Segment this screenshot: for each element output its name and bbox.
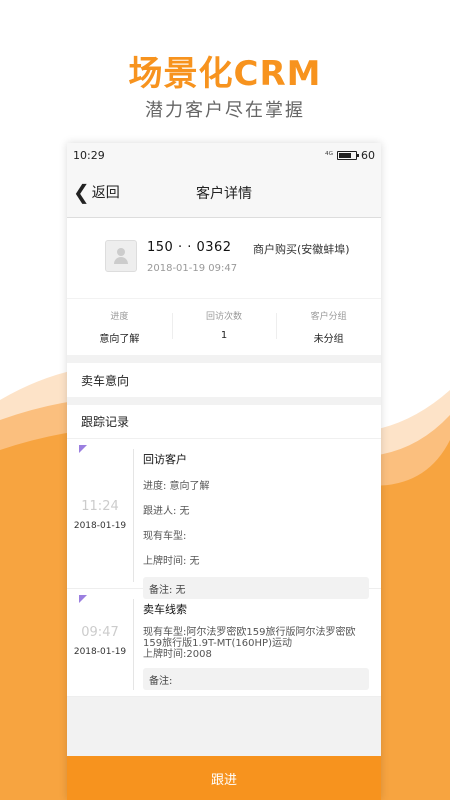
customer-stats: 进度 意向了解 回访次数 1 客户分组 未分组 bbox=[67, 299, 381, 355]
status-time: 10:29 bbox=[73, 149, 105, 162]
tracking-section: 跟踪记录 11:24 2018-01-19 回访客户 进度: 意向了解 跟进人:… bbox=[67, 405, 381, 697]
record-date: 2018-01-19 bbox=[73, 521, 127, 531]
record-body: 卖车线索 现有车型:阿尔法罗密欧159旅行版阿尔法罗密欧159旅行版1.9T-M… bbox=[143, 601, 369, 690]
record-time: 09:47 bbox=[81, 625, 119, 640]
customer-date: 2018-01-19 09:47 bbox=[147, 263, 238, 274]
record-line: 跟进人: 无 bbox=[143, 506, 190, 517]
tracking-record: 11:24 2018-01-19 回访客户 进度: 意向了解 跟进人: 无 现有… bbox=[67, 439, 381, 599]
stat-value: 未分组 bbox=[313, 334, 344, 345]
status-bar: 10:29 ⁴ᴳ 60 bbox=[67, 143, 381, 168]
customer-card: 150 · · 0362 商户购买(安徽蚌埠) 2018-01-19 09:47 bbox=[67, 218, 381, 298]
purchase-type: 商户购买(安徽蚌埠) bbox=[253, 243, 350, 256]
stat-label: 进度 bbox=[110, 312, 129, 322]
stat-group: 客户分组 未分组 bbox=[276, 299, 381, 355]
contact-avatar-icon bbox=[105, 240, 137, 272]
phone-screen: 10:29 ⁴ᴳ 60 ❮ 返回 客户详情 150 · · 0362 商户购买(… bbox=[67, 143, 381, 800]
back-label: 返回 bbox=[91, 185, 120, 201]
stat-visits: 回访次数 1 bbox=[171, 299, 277, 355]
flag-icon bbox=[79, 445, 87, 453]
customer-phone: 150 · · 0362 bbox=[147, 240, 232, 255]
follow-up-button[interactable]: 跟进 bbox=[67, 756, 381, 800]
tracking-header: 跟踪记录 bbox=[67, 405, 381, 439]
promo-subtitle: 潜力客户尽在掌握 bbox=[145, 100, 305, 121]
record-divider bbox=[133, 599, 134, 690]
stat-value: 1 bbox=[220, 330, 228, 341]
battery-icon bbox=[337, 151, 359, 160]
record-remark: 备注: bbox=[143, 668, 369, 690]
stat-label: 回访次数 bbox=[206, 312, 243, 322]
flag-icon bbox=[79, 595, 87, 603]
record-divider bbox=[133, 449, 134, 582]
record-line: 上牌时间:2008 bbox=[143, 649, 212, 660]
battery-level: 60 bbox=[361, 149, 375, 162]
stat-progress: 进度 意向了解 bbox=[67, 299, 172, 355]
signal-icon: ⁴ᴳ bbox=[325, 150, 333, 161]
stat-label: 客户分组 bbox=[310, 312, 347, 322]
back-button[interactable]: ❮ 返回 bbox=[73, 182, 120, 202]
record-body: 回访客户 进度: 意向了解 跟进人: 无 现有车型: 上牌时间: 无 备注: 无 bbox=[143, 451, 369, 599]
record-line: 进度: 意向了解 bbox=[143, 481, 210, 492]
record-line: 上牌时间: 无 bbox=[143, 556, 200, 567]
promo-title: 场景化CRM bbox=[128, 54, 322, 94]
record-title: 回访客户 bbox=[143, 453, 187, 466]
record-line: 现有车型: bbox=[143, 531, 187, 542]
sell-intent-section[interactable]: 卖车意向 bbox=[67, 363, 381, 397]
chevron-left-icon: ❮ bbox=[73, 180, 90, 204]
record-date: 2018-01-19 bbox=[73, 647, 127, 657]
stat-value: 意向了解 bbox=[99, 334, 140, 345]
status-indicators: ⁴ᴳ 60 bbox=[325, 149, 375, 162]
record-line: 现有车型:阿尔法罗密欧159旅行版阿尔法罗密欧159旅行版1.9T-MT(160… bbox=[143, 627, 356, 649]
nav-bar: ❮ 返回 客户详情 bbox=[67, 168, 381, 218]
tracking-record: 09:47 2018-01-19 卖车线索 现有车型:阿尔法罗密欧159旅行版阿… bbox=[67, 589, 381, 697]
record-title: 卖车线索 bbox=[143, 603, 187, 616]
record-time: 11:24 bbox=[81, 499, 119, 514]
